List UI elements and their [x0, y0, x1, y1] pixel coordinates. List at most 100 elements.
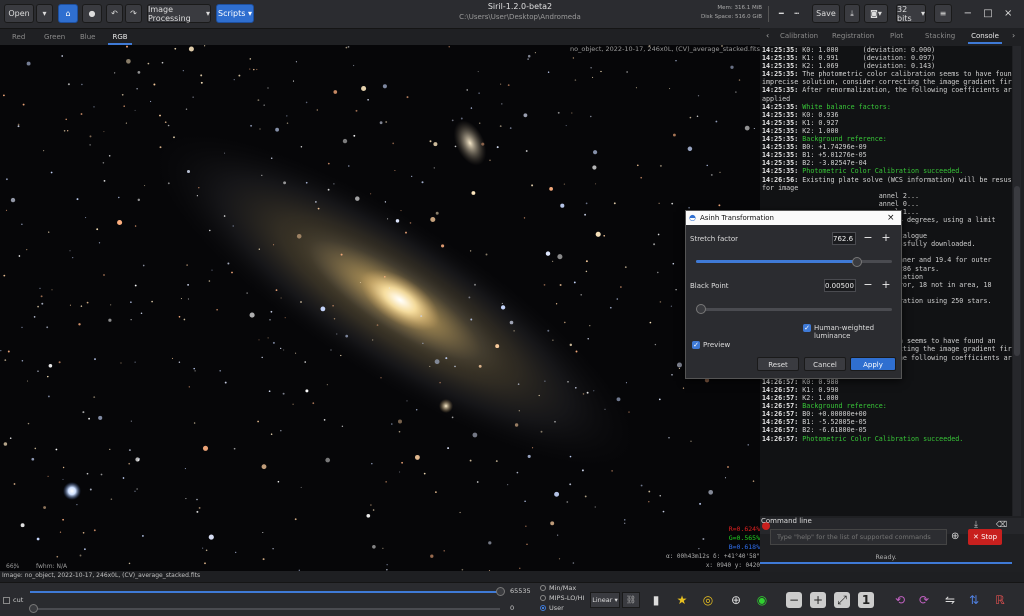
hwl-checkbox[interactable]: ✓ — [803, 324, 811, 332]
star — [385, 121, 388, 123]
star — [223, 215, 226, 217]
undo-button[interactable]: ↶ — [106, 4, 123, 23]
image-viewer[interactable]: no_object, 2022-10-17, 246x0L, (CV)_aver… — [0, 45, 760, 571]
tab-console[interactable]: Console — [968, 28, 1002, 44]
star — [257, 99, 260, 102]
black-point-input[interactable]: 0.00500 — [824, 279, 856, 292]
star — [662, 510, 665, 513]
radio-user[interactable] — [540, 605, 546, 611]
zoom-in-icon[interactable]: + — [810, 592, 826, 608]
cancel-button[interactable]: Cancel — [804, 357, 846, 371]
preview-checkbox[interactable]: ✓ — [692, 341, 700, 349]
tab-registration[interactable]: Registration — [832, 28, 874, 44]
black-increment-button[interactable]: + — [880, 279, 892, 291]
photometry-icon[interactable]: ★ — [674, 592, 690, 608]
globe-icon[interactable]: ⊕ — [951, 531, 959, 542]
star — [557, 111, 560, 114]
radio-mips[interactable] — [540, 595, 546, 601]
star — [269, 318, 271, 321]
link-icon[interactable]: ⛓ — [622, 592, 640, 608]
close-icon[interactable]: × — [887, 211, 895, 225]
star — [304, 361, 306, 363]
star — [316, 109, 318, 111]
tab-green[interactable]: Green — [44, 29, 65, 45]
console-line: 14:26:57: B1: -5.52805e-05 — [762, 418, 1010, 426]
menu-icon: ≡ — [939, 9, 947, 18]
command-input[interactable] — [770, 529, 947, 545]
mode-user-label: User — [549, 604, 564, 612]
star — [752, 480, 755, 482]
chevron-right-icon[interactable]: › — [1012, 31, 1015, 40]
tab-rgb[interactable]: RGB — [108, 29, 132, 45]
lo-slider-handle[interactable] — [29, 604, 38, 613]
star — [355, 196, 360, 201]
home-button[interactable]: ⌂ — [58, 4, 78, 23]
star — [735, 91, 737, 93]
star — [345, 334, 349, 338]
star — [708, 489, 714, 495]
save-as-button[interactable]: ⤓ — [844, 4, 860, 23]
hi-slider-handle[interactable] — [496, 587, 505, 596]
bullseye-icon[interactable]: ◎ — [700, 592, 716, 608]
image-processing-menu[interactable]: Image Processing ▾ — [147, 4, 211, 23]
stretch-decrement-button[interactable]: − — [862, 232, 874, 244]
mirror-icon[interactable]: ⇅ — [966, 592, 982, 608]
console-timestamp: 14:25:35: — [762, 54, 799, 63]
star — [174, 47, 177, 50]
star — [137, 71, 141, 74]
stretch-factor-input[interactable]: 762.6 — [832, 232, 856, 245]
tab-red[interactable]: Red — [12, 29, 25, 45]
stretch-increment-button[interactable]: + — [880, 232, 892, 244]
rotate-left-icon[interactable]: ⟲ — [892, 592, 908, 608]
rgb-align-icon[interactable]: ℝ — [992, 592, 1008, 608]
star — [359, 281, 361, 284]
histogram-icon[interactable]: ▮ — [648, 592, 664, 608]
zoom-stepper[interactable]: ━ ┅ — [778, 4, 804, 23]
tab-plot[interactable]: Plot — [890, 28, 903, 44]
zoom-out-icon[interactable]: − — [786, 592, 802, 608]
stop-button[interactable]: ✕ Stop — [968, 529, 1002, 545]
open-button[interactable]: Open — [4, 4, 34, 23]
black-decrement-button[interactable]: − — [862, 279, 874, 291]
star — [420, 315, 423, 318]
tab-stacking[interactable]: Stacking — [925, 28, 955, 44]
stretch-slider-handle[interactable] — [851, 257, 862, 267]
rotate-right-icon[interactable]: ⟳ — [916, 592, 932, 608]
open-dropdown-button[interactable]: ▾ — [36, 4, 53, 23]
zoom-1to1-icon[interactable]: 1 — [858, 592, 874, 608]
star — [341, 425, 344, 427]
redo-button[interactable]: ↷ — [125, 4, 142, 23]
close-window-icon[interactable]: × — [1004, 8, 1012, 19]
zoom-fit-icon[interactable]: ⤢ — [834, 592, 850, 608]
snapshot-button[interactable]: ◙▾ — [864, 4, 888, 23]
console-timestamp: 14:26:57: — [762, 418, 799, 427]
star — [3, 274, 6, 277]
star — [433, 142, 438, 147]
save-button[interactable]: Save — [812, 4, 840, 23]
star — [718, 204, 721, 207]
record-button[interactable]: ● — [82, 4, 102, 23]
apply-button[interactable]: Apply — [850, 357, 896, 371]
star — [86, 472, 89, 475]
globe-tool-icon[interactable]: ⊕ — [728, 592, 744, 608]
scripts-menu[interactable]: Scripts ▾ — [216, 4, 254, 23]
radio-minmax[interactable] — [540, 585, 546, 591]
cut-checkbox[interactable] — [3, 597, 10, 604]
console-scrollbar[interactable] — [1013, 46, 1021, 516]
star — [657, 271, 659, 274]
tab-calibration[interactable]: Calibration — [780, 28, 818, 44]
maximize-icon[interactable]: □ — [983, 8, 992, 19]
black-slider-handle[interactable] — [696, 304, 706, 314]
minimize-icon[interactable]: − — [964, 8, 972, 19]
tab-blue[interactable]: Blue — [80, 29, 96, 45]
flip-icon[interactable]: ⇋ — [942, 592, 958, 608]
bit-depth-select[interactable]: 32 bits ▾ — [896, 4, 926, 23]
chevron-left-icon[interactable]: ‹ — [766, 31, 769, 40]
star — [518, 410, 520, 412]
star — [659, 164, 662, 167]
target-icon[interactable]: ◉ — [754, 592, 770, 608]
clear-log-icon[interactable]: ⌫ — [996, 520, 1007, 529]
main-menu-button[interactable]: ≡ — [934, 4, 952, 23]
scale-select[interactable]: Linear ▾ — [590, 592, 620, 608]
reset-button[interactable]: Reset — [757, 357, 799, 371]
